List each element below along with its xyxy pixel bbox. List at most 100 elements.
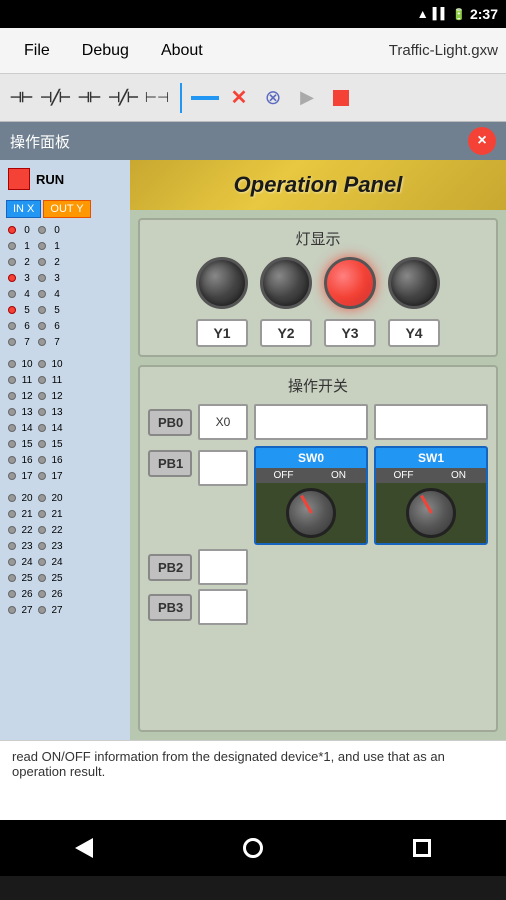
io-led-in-17: [8, 472, 16, 480]
light-label-y3[interactable]: Y3: [324, 319, 376, 347]
pb-column: PB1: [148, 446, 192, 477]
io-led-in-16: [8, 456, 16, 464]
light-label-y4[interactable]: Y4: [388, 319, 440, 347]
io-led-out-2: [38, 258, 46, 266]
io-led-in-4: [8, 290, 16, 298]
pb1-button[interactable]: PB1: [148, 450, 192, 477]
io-led-out-27: [38, 606, 46, 614]
io-row: 3 3: [2, 270, 128, 286]
toolbar-contact-nc2[interactable]: ⊣╱⊢: [108, 80, 138, 116]
io-row: 1 1: [2, 238, 128, 254]
run-led: [8, 168, 30, 190]
io-row: 14 14: [2, 420, 128, 436]
io-row: 24 24: [2, 554, 128, 570]
op-panel-title: Operation Panel: [234, 172, 403, 197]
light-y3: [324, 257, 376, 309]
empty-box-1: [254, 404, 368, 440]
sw1-switch[interactable]: SW1 OFF ON: [374, 446, 488, 545]
io-row: 12 12: [2, 388, 128, 404]
switch-row-3: PB2: [148, 549, 488, 585]
sw0-dial: [256, 483, 366, 543]
wifi-icon: ▲: [417, 7, 429, 21]
menu-about[interactable]: About: [145, 34, 219, 68]
io-row: 25 25: [2, 570, 128, 586]
io-led-in-7: [8, 338, 16, 346]
io-led-out-0: [38, 226, 46, 234]
sw1-container: SW1 OFF ON: [374, 446, 488, 545]
io-led-in-0: [8, 226, 16, 234]
io-row: 21 21: [2, 506, 128, 522]
sw0-label: SW0: [298, 448, 324, 468]
toolbar-play-btn[interactable]: ▶: [292, 80, 322, 116]
nav-home-button[interactable]: [233, 828, 273, 868]
pb3-button[interactable]: PB3: [148, 594, 192, 621]
light-y4: [388, 257, 440, 309]
sw1-on[interactable]: ON: [431, 468, 486, 483]
sw0-dial-indicator: [300, 495, 313, 514]
sw1-off[interactable]: OFF: [376, 468, 431, 483]
light-label-y2[interactable]: Y2: [260, 319, 312, 347]
toolbar-x-btn[interactable]: ✕: [224, 80, 254, 116]
io-led-out-1: [38, 242, 46, 250]
toolbar-play-icon: ▶: [300, 87, 314, 108]
nav-back-button[interactable]: [64, 828, 104, 868]
io-led-out-5: [38, 306, 46, 314]
toolbar-x-icon: ✕: [231, 85, 248, 110]
io-row: 22 22: [2, 522, 128, 538]
io-row: 0 0: [2, 222, 128, 238]
io-led-out-17: [38, 472, 46, 480]
light-label-y1[interactable]: Y1: [196, 319, 248, 347]
battery-icon: 🔋: [452, 8, 466, 21]
nav-bar: [0, 820, 506, 876]
io-panel: RUN IN X OUT Y 0 0 1 1 2: [0, 160, 130, 740]
toolbar-line-btn[interactable]: [190, 80, 220, 116]
toolbar-special[interactable]: ⊢⊣: [142, 80, 172, 116]
io-row: 16 16: [2, 452, 128, 468]
io-row: 23 23: [2, 538, 128, 554]
io-led-out-12: [38, 392, 46, 400]
io-led-out-3: [38, 274, 46, 282]
sw0-switch[interactable]: SW0 OFF ON: [254, 446, 368, 545]
io-header-out: OUT Y: [43, 200, 90, 218]
pb0-button[interactable]: PB0: [148, 409, 192, 436]
io-row: 11 11: [2, 372, 128, 388]
io-led-out-20: [38, 494, 46, 502]
sw0-on[interactable]: ON: [311, 468, 366, 483]
toolbar-contact-nc[interactable]: ⊣╱⊢: [40, 80, 70, 116]
toolbar-contact-no2[interactable]: ⊣⊢: [74, 80, 104, 116]
pb2-input: [198, 549, 248, 585]
window-close-button[interactable]: ×: [468, 127, 496, 155]
empty-box-2: [374, 404, 488, 440]
toolbar-stop-btn[interactable]: [326, 80, 356, 116]
status-bar: ▲ ▌▌ 🔋 2:37: [0, 0, 506, 28]
io-led-in-20: [8, 494, 16, 502]
io-led-in-6: [8, 322, 16, 330]
toolbar-xx-btn[interactable]: ⊗: [258, 80, 288, 116]
io-led-in-10: [8, 360, 16, 368]
io-led-in-23: [8, 542, 16, 550]
io-headers: IN X OUT Y: [2, 198, 128, 220]
pb3-input: [198, 589, 248, 625]
toolbar-contact-no[interactable]: ⊣⊢: [6, 80, 36, 116]
io-led-out-23: [38, 542, 46, 550]
io-led-out-24: [38, 558, 46, 566]
io-led-in-22: [8, 526, 16, 534]
sw1-dial: [376, 483, 486, 543]
switch-section-title: 操作开关: [148, 375, 488, 396]
toolbar: ⊣⊢ ⊣╱⊢ ⊣⊢ ⊣╱⊢ ⊢⊣ ✕ ⊗ ▶: [0, 74, 506, 122]
pb2-button[interactable]: PB2: [148, 554, 192, 581]
window-filename: Traffic-Light.gxw: [389, 42, 498, 59]
x0-input[interactable]: X0: [198, 404, 248, 440]
pb1-input: [198, 450, 248, 486]
io-led-out-4: [38, 290, 46, 298]
io-led-out-7: [38, 338, 46, 346]
menu-bar: File Debug About Traffic-Light.gxw: [0, 28, 506, 74]
bottom-text-area: read ON/OFF information from the designa…: [0, 740, 506, 820]
io-led-in-11: [8, 376, 16, 384]
menu-debug[interactable]: Debug: [66, 34, 145, 68]
nav-recents-button[interactable]: [402, 828, 442, 868]
run-text: RUN: [36, 172, 64, 187]
sw0-off[interactable]: OFF: [256, 468, 311, 483]
io-row: 4 4: [2, 286, 128, 302]
menu-file[interactable]: File: [8, 34, 66, 68]
